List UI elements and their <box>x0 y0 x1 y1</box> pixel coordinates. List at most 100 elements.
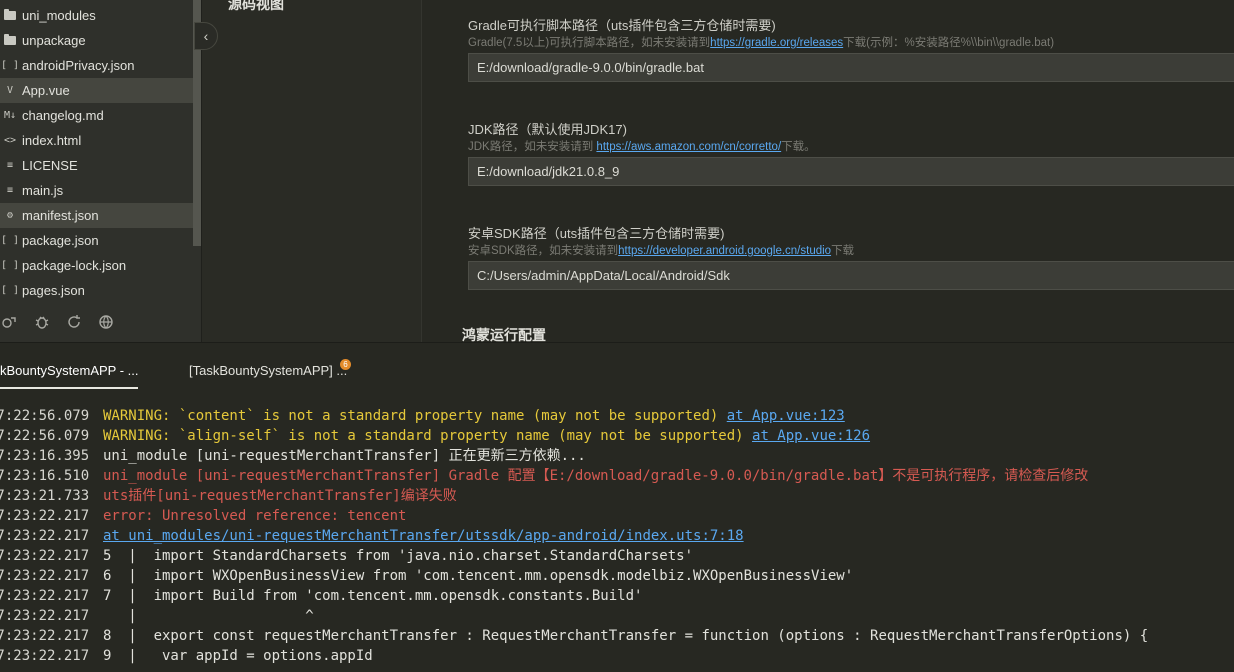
android-sdk-download-link[interactable]: https://developer.android.google.cn/stud… <box>618 245 831 257</box>
console-tab-2[interactable]: [TaskBountySystemAPP] ... <box>189 363 347 387</box>
file-item[interactable]: unpackage <box>0 28 193 53</box>
file-item[interactable]: [ ] androidPrivacy.json <box>0 53 193 78</box>
jdk-setting: JDK路径（默认使用JDK17) JDK路径，如未安装请到 https://aw… <box>468 121 1234 186</box>
folder-icon <box>2 9 18 23</box>
file-name: androidPrivacy.json <box>22 58 135 73</box>
folder-icon <box>2 34 18 48</box>
log-message: uni_module [uni-requestMerchantTransfer]… <box>103 448 586 464</box>
json-icon: [ ] <box>0 235 20 246</box>
log-line: 17:23:21.733 uts插件[uni-requestMerchantTra… <box>0 486 1234 506</box>
android-sdk-setting: 安卓SDK路径（uts插件包含三方仓储时需要) 安卓SDK路径，如未安装请到ht… <box>468 225 1234 290</box>
android-sdk-label: 安卓SDK路径（uts插件包含三方仓储时需要) <box>468 226 725 241</box>
file-item[interactable]: [ ] pages.json <box>0 278 193 303</box>
console-tabs: kBountySystemAPP - ... [TaskBountySystem… <box>0 343 1234 393</box>
file-item[interactable]: [ ] package.json <box>0 228 193 253</box>
source-view-label[interactable]: 源码视图 <box>228 0 284 14</box>
file-item[interactable]: M↓ changelog.md <box>0 103 193 128</box>
log-line: 17:23:22.217 | ^ <box>0 606 1234 626</box>
ide-window: uni_modules unpackage[ ] androidPrivacy.js… <box>0 0 1234 672</box>
android-sdk-description: 安卓SDK路径，如未安装请到https://developer.android.… <box>468 243 1234 259</box>
console-tab-1[interactable]: kBountySystemAPP - ... <box>0 363 139 389</box>
log-message: uni_module [uni-requestMerchantTransfer]… <box>103 468 1089 484</box>
log-timestamp: 17:23:22.217 <box>0 648 90 664</box>
vue-file-icon: V <box>6 85 14 96</box>
file-name: App.vue <box>22 83 70 98</box>
jdk-path-input[interactable] <box>468 157 1234 186</box>
refresh-icon[interactable] <box>64 313 84 331</box>
log-timestamp: 17:23:22.217 <box>0 628 90 644</box>
file-tree: uni_modules unpackage[ ] androidPrivacy.js… <box>0 3 193 303</box>
gradle-desc-text: Gradle(7.5以上)可执行脚本路径，如未安装请到 <box>468 37 711 49</box>
file-item[interactable]: ≡ LICENSE <box>0 153 193 178</box>
android-sdk-desc-text: 安卓SDK路径，如未安装请到 <box>468 245 619 257</box>
gradle-path-input[interactable] <box>468 53 1234 82</box>
log-line: 17:23:16.510 uni_module [uni-requestMerch… <box>0 466 1234 486</box>
log-message: WARNING: `content` is not a standard pro… <box>103 408 727 424</box>
file-name: index.html <box>22 133 82 148</box>
json-icon: [ ] <box>0 260 20 271</box>
log-timestamp: 17:23:16.510 <box>0 468 90 484</box>
log-line: 17:23:22.217 at uni_modules/uni-requestMe… <box>0 526 1234 546</box>
console-panel: kBountySystemAPP - ... [TaskBountySystem… <box>0 342 1234 672</box>
jdk-download-link[interactable]: https://aws.amazon.com/cn/corretto/ <box>596 141 781 153</box>
chevron-left-icon: ‹ <box>203 28 209 44</box>
log-line: 17:23:22.217 5 | import StandardCharsets … <box>0 546 1234 566</box>
run-icon[interactable] <box>0 313 20 331</box>
log-line: 17:23:22.217 9 | var appId = options.appI… <box>0 646 1234 666</box>
gradle-description: Gradle(7.5以上)可执行脚本路径，如未安装请到https://gradl… <box>468 35 1234 51</box>
log-timestamp: 17:23:22.217 <box>0 568 90 584</box>
jdk-label: JDK路径（默认使用JDK17) <box>468 122 627 137</box>
settings-panel: Gradle可执行脚本路径（uts插件包含三方仓储时需要) Gradle(7.5… <box>422 0 1234 342</box>
project-explorer: uni_modules unpackage[ ] androidPrivacy.js… <box>0 0 202 342</box>
log-message: 6 | import WXOpenBusinessView from 'com.… <box>103 568 854 584</box>
browser-preview-icon[interactable] <box>96 313 116 331</box>
log-source-link[interactable]: at App.vue:126 <box>752 426 870 446</box>
jdk-desc-suffix: 下载。 <box>781 141 816 153</box>
file-name: main.js <box>22 183 64 198</box>
harmony-section-title: 鸿蒙运行配置 <box>462 327 546 342</box>
log-timestamp: 17:23:21.733 <box>0 488 90 504</box>
log-timestamp: 17:23:16.395 <box>0 448 90 464</box>
log-line: 17:22:56.079 WARNING: `align-self` is not… <box>0 426 1234 446</box>
log-line: 17:23:22.217 7 | import Build from 'com.t… <box>0 586 1234 606</box>
log-timestamp: 17:23:22.217 <box>0 508 90 524</box>
file-name: manifest.json <box>22 208 99 223</box>
jdk-description: JDK路径，如未安装请到 https://aws.amazon.com/cn/c… <box>468 139 1234 155</box>
log-line: 17:23:22.217 error: Unresolved reference:… <box>0 506 1234 526</box>
log-message: 5 | import StandardCharsets from 'java.n… <box>103 548 694 564</box>
file-item[interactable]: V App.vue <box>0 78 193 103</box>
log-message: 9 | var appId = options.appId <box>103 648 373 664</box>
file-item[interactable]: [ ] package-lock.json <box>0 253 193 278</box>
markdown-icon: M↓ <box>3 110 17 121</box>
sidebar-toolbar <box>0 312 116 332</box>
gradle-download-link[interactable]: https://gradle.org/releases <box>710 37 843 49</box>
file-item[interactable]: <> index.html <box>0 128 193 153</box>
file-item[interactable]: uni_modules <box>0 3 193 28</box>
log-message: error: Unresolved reference: tencent <box>103 508 407 524</box>
android-sdk-desc-suffix: 下载 <box>831 245 855 257</box>
file-name: package-lock.json <box>22 258 127 273</box>
file-name: package.json <box>22 233 99 248</box>
file-item[interactable]: ⚙ manifest.json <box>0 203 193 228</box>
json-icon: [ ] <box>0 285 20 296</box>
log-message: 7 | import Build from 'com.tencent.mm.op… <box>103 588 643 604</box>
log-timestamp: 17:22:56.079 <box>0 428 90 444</box>
log-source-link[interactable]: at uni_modules/uni-requestMerchantTransf… <box>103 526 744 546</box>
log-line: 17:23:22.217 6 | import WXOpenBusinessVie… <box>0 566 1234 586</box>
gradle-desc-suffix: 下载(示例：%安装路径%\\bin\\gradle.bat) <box>843 37 1055 49</box>
file-item[interactable]: ≡ main.js <box>0 178 193 203</box>
log-message: WARNING: `align-self` is not a standard … <box>103 428 753 444</box>
manifest-nav-column: 源码视图 <box>202 0 422 342</box>
log-line: 17:23:22.217 8 | export const requestMerc… <box>0 626 1234 646</box>
file-name: changelog.md <box>22 108 104 123</box>
log-timestamp: 17:23:22.217 <box>0 608 90 624</box>
android-sdk-path-input[interactable] <box>468 261 1234 290</box>
log-source-link[interactable]: at App.vue:123 <box>727 406 845 426</box>
log-timestamp: 17:23:22.217 <box>0 548 90 564</box>
debug-bug-icon[interactable] <box>32 313 52 331</box>
js-file-icon: ≡ <box>6 185 14 196</box>
log-line: 17:22:56.079 WARNING: `content` is not a … <box>0 406 1234 426</box>
jdk-desc-text: JDK路径，如未安装请到 <box>468 141 597 153</box>
log-timestamp: 17:23:22.217 <box>0 528 90 544</box>
console-log: 17:22:56.079 WARNING: `content` is not a … <box>0 406 1234 666</box>
